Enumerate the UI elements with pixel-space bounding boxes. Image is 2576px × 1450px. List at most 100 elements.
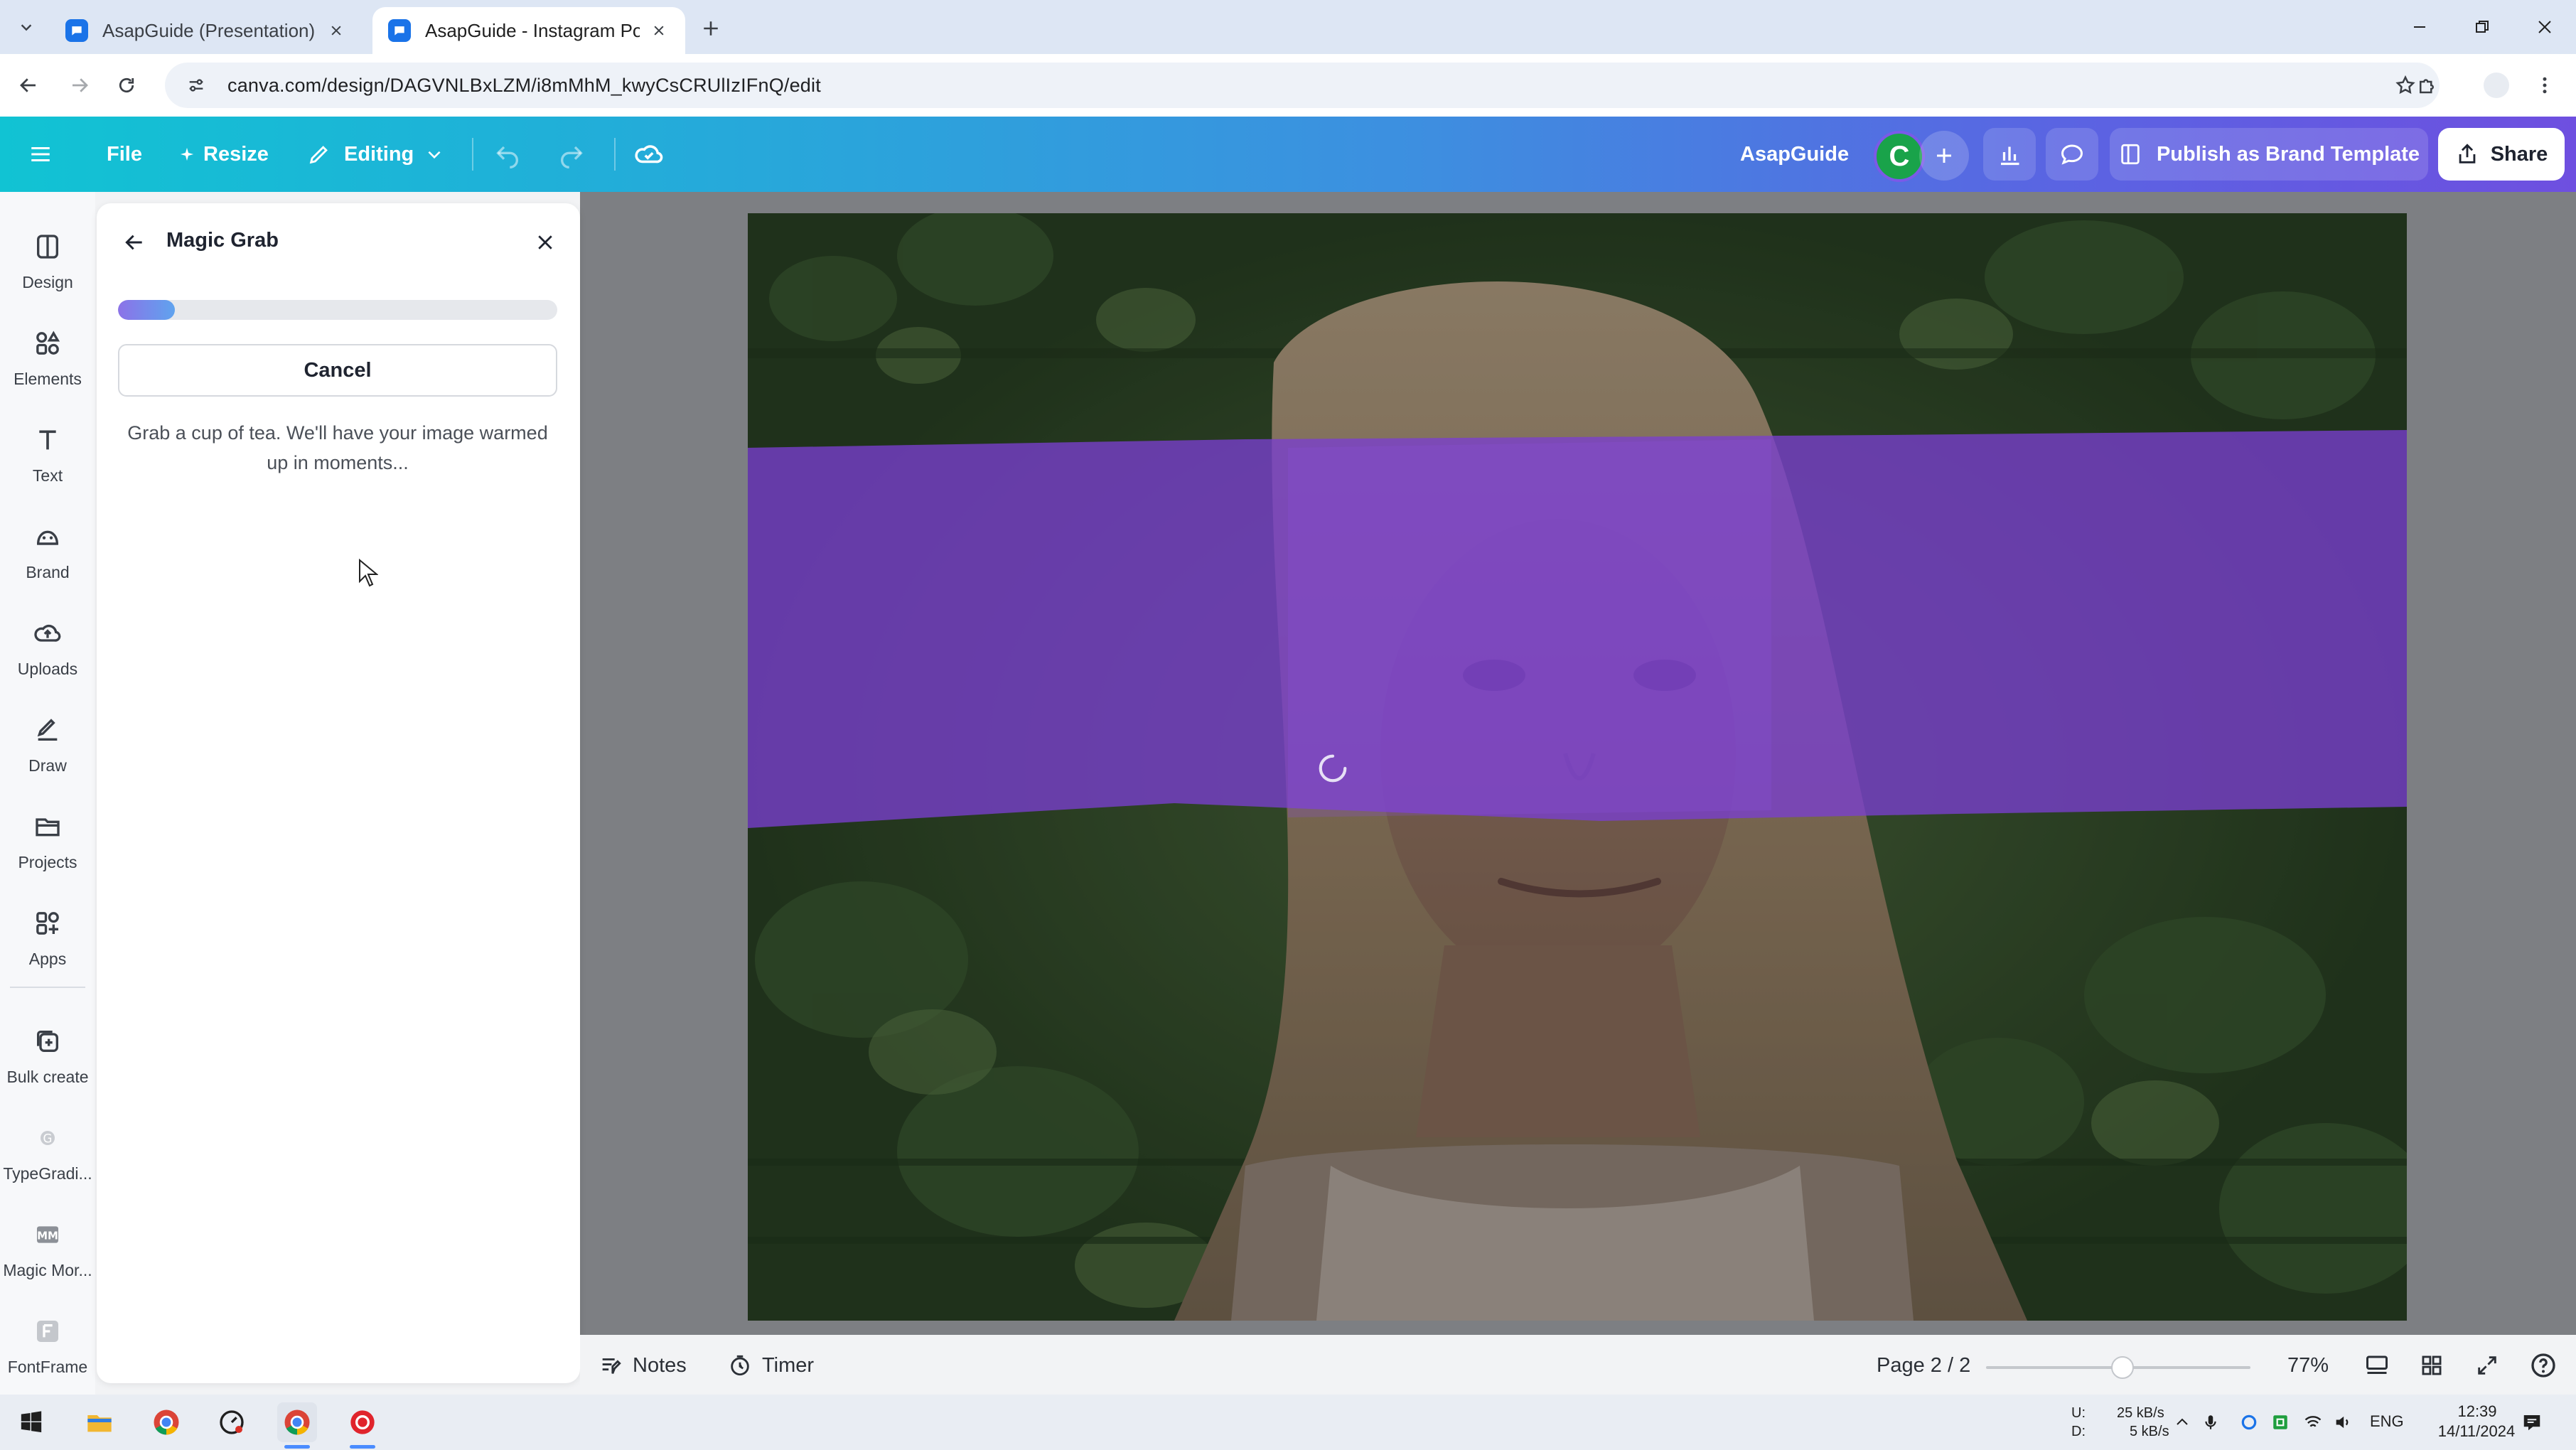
tray-app-icon[interactable]	[2235, 1402, 2263, 1442]
zoom-slider-handle[interactable]	[2111, 1356, 2134, 1379]
rail-label: Bulk create	[6, 1068, 89, 1086]
save-status-button[interactable]	[634, 135, 664, 173]
editor-header: File Resize Editing AsapGuide C Publish …	[0, 117, 2576, 192]
rail-label: TypeGradi...	[3, 1164, 92, 1183]
volume-icon[interactable]	[2329, 1402, 2357, 1442]
rail-item-text[interactable]: Text	[0, 415, 95, 500]
taskbar-file-explorer[interactable]	[80, 1402, 119, 1442]
design-page-image[interactable]	[748, 213, 2407, 1321]
magic-grab-panel: Magic Grab Cancel Grab a cup of tea. We'…	[97, 203, 580, 1383]
page-view-button[interactable]	[2364, 1348, 2390, 1383]
rail-item-uploads[interactable]: Uploads	[0, 608, 95, 694]
fullscreen-button[interactable]	[2475, 1348, 2499, 1383]
close-tab-icon[interactable]	[648, 20, 670, 41]
rail-item-design[interactable]: Design	[0, 222, 95, 307]
publish-brand-template-button[interactable]: Publish as Brand Template	[2110, 128, 2428, 181]
reload-button[interactable]	[107, 65, 146, 105]
rail-label: Draw	[28, 756, 67, 775]
taskbar-app-speedometer[interactable]	[212, 1402, 252, 1442]
page-indicator-button[interactable]: Page 2 / 2	[1877, 1348, 1970, 1383]
rail-item-apps[interactable]: Apps	[0, 898, 95, 984]
site-info-icon[interactable]	[179, 68, 213, 102]
rail-item-brand[interactable]: Brand	[0, 512, 95, 597]
taskbar-chrome-active[interactable]	[277, 1402, 317, 1442]
clock-time[interactable]: 12:39	[2438, 1403, 2516, 1420]
help-icon	[2531, 1353, 2555, 1378]
windows-logo-icon	[21, 1411, 42, 1433]
browser-tab-presentation[interactable]: AsapGuide (Presentation) - Pre	[50, 7, 363, 54]
resize-button[interactable]: Resize	[179, 135, 269, 173]
editing-mode-dropdown[interactable]: Editing	[307, 135, 444, 173]
taskbar-recorder[interactable]	[343, 1402, 382, 1442]
help-button[interactable]	[2529, 1348, 2558, 1383]
panel-close-button[interactable]	[526, 223, 564, 262]
file-menu-button[interactable]: File	[107, 135, 142, 173]
taskbar-chrome[interactable]	[146, 1402, 186, 1442]
tab-search-dropdown[interactable]	[10, 13, 43, 41]
main-menu-button[interactable]	[28, 135, 53, 173]
more-vertical-icon	[2543, 77, 2547, 94]
puzzle-icon	[2420, 79, 2434, 94]
expand-icon	[2478, 1356, 2496, 1375]
grid-view-button[interactable]	[2420, 1348, 2444, 1383]
zoom-percentage-button[interactable]: 77%	[2287, 1348, 2329, 1383]
rail-item-magic-morph[interactable]: MM Magic Mor...	[0, 1210, 95, 1295]
os-taskbar: U: D: 25 kB/s 5 kB/s ENG 12:39 14/11/202…	[0, 1395, 2576, 1450]
comments-button[interactable]	[2046, 128, 2098, 181]
new-tab-button[interactable]	[695, 14, 726, 43]
arrow-left-icon	[20, 78, 36, 92]
rail-item-draw[interactable]: Draw	[0, 705, 95, 790]
extensions-button[interactable]	[2408, 67, 2445, 104]
add-collaborator-button[interactable]	[1919, 131, 1969, 181]
active-app-indicator	[350, 1445, 375, 1449]
microphone-tray-icon[interactable]	[2196, 1402, 2225, 1442]
resize-label: Resize	[203, 142, 269, 166]
clock-date[interactable]: 14/11/2024	[2427, 1423, 2526, 1440]
restore-window-button[interactable]	[2451, 7, 2513, 47]
project-name[interactable]: AsapGuide	[1740, 135, 1849, 173]
rail-item-fontframe[interactable]: FontFrame	[0, 1306, 95, 1392]
cancel-button[interactable]: Cancel	[118, 344, 557, 397]
browser-tab-instagram-post[interactable]: AsapGuide - Instagram Post	[372, 7, 685, 54]
minimize-window-button[interactable]	[2388, 7, 2451, 47]
profile-button[interactable]	[2478, 67, 2515, 104]
language-indicator[interactable]: ENG	[2370, 1413, 2404, 1430]
address-bar[interactable]: canva.com/design/DAGVNLBxLZM/i8mMhM_kwyC…	[165, 63, 2440, 108]
tab-title: AsapGuide (Presentation) - Pre	[102, 19, 317, 41]
net-down-speed: 5 kB/s	[2130, 1424, 2169, 1439]
chevron-up-icon[interactable]	[2168, 1402, 2196, 1442]
redo-button[interactable]	[557, 135, 586, 173]
tray-app-green-icon[interactable]	[2266, 1402, 2295, 1442]
share-upload-icon	[2459, 144, 2476, 163]
file-label: File	[107, 142, 142, 166]
notes-label: Notes	[633, 1353, 687, 1377]
start-button[interactable]	[11, 1402, 51, 1442]
rail-item-typegradient[interactable]: G TypeGradi...	[0, 1113, 95, 1198]
browser-tab-strip: AsapGuide (Presentation) - Pre AsapGuide…	[0, 0, 2576, 54]
panel-back-button[interactable]	[115, 223, 154, 262]
undo-button[interactable]	[493, 135, 522, 173]
notes-button[interactable]: Notes	[599, 1348, 687, 1383]
rail-item-bulk-create[interactable]: Bulk create	[0, 1016, 95, 1102]
timer-button[interactable]: Timer	[728, 1348, 814, 1383]
browser-menu-button[interactable]	[2526, 67, 2563, 104]
rail-label: Brand	[26, 563, 70, 581]
rail-item-projects[interactable]: Projects	[0, 802, 95, 887]
forward-button[interactable]	[60, 65, 100, 105]
rail-item-elements[interactable]: Elements	[0, 318, 95, 404]
notifications-button[interactable]	[2513, 1402, 2550, 1442]
close-tab-icon[interactable]	[326, 20, 347, 41]
share-button[interactable]: Share	[2438, 128, 2565, 181]
rail-label: FontFrame	[7, 1358, 88, 1376]
insights-button[interactable]	[1983, 128, 2036, 181]
loading-message-line: Grab a cup of tea. We'll have your image…	[127, 422, 548, 444]
avatar[interactable]: C	[1874, 131, 1925, 182]
close-window-button[interactable]	[2513, 7, 2576, 47]
rail-label: Elements	[14, 370, 82, 388]
text-icon	[28, 421, 67, 459]
loading-message-line: up in moments...	[267, 452, 409, 473]
close-icon	[2538, 21, 2551, 33]
wifi-icon[interactable]	[2299, 1402, 2327, 1442]
back-button[interactable]	[9, 65, 48, 105]
notes-icon	[602, 1358, 621, 1374]
